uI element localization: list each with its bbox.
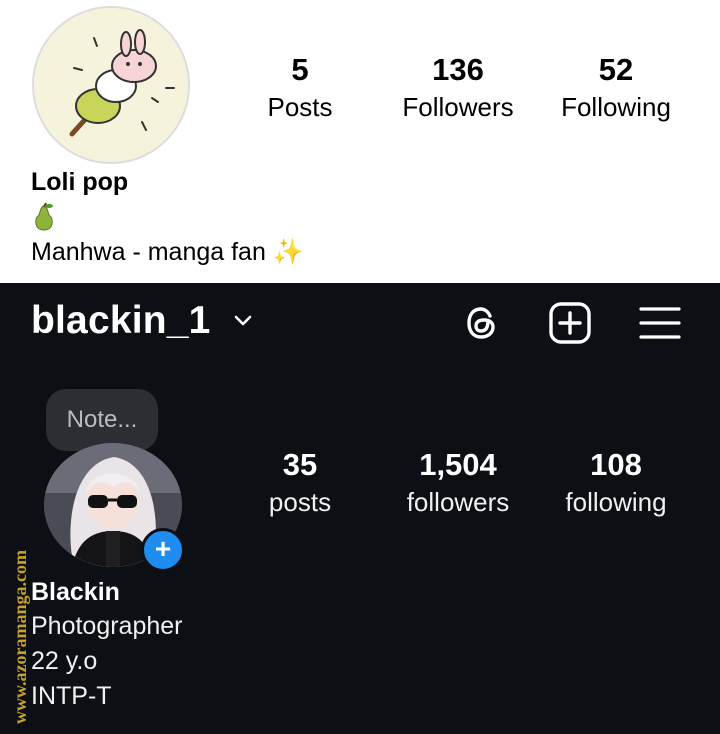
followers-stat[interactable]: 136 Followers [388, 52, 528, 124]
followers-label: Followers [402, 92, 514, 122]
light-profile-header: 5 Posts 136 Followers 52 Following Loli … [0, 0, 720, 283]
watermark: www.azoramanga.com [10, 550, 30, 724]
following-stat[interactable]: 108 following [546, 447, 686, 519]
bio-line-occupation: Photographer [31, 612, 183, 640]
note-bubble[interactable]: Note... [46, 389, 158, 451]
followers-stat[interactable]: 1,504 followers [388, 447, 528, 519]
posts-count: 35 [282, 447, 318, 482]
following-count: 108 [590, 447, 642, 482]
followers-count: 1,504 [419, 447, 497, 482]
username[interactable]: blackin_1 [31, 299, 211, 343]
posts-label: Posts [267, 92, 333, 122]
add-story-button[interactable]: + [141, 528, 185, 572]
bio-line-personality: INTP-T [31, 682, 112, 710]
posts-stat[interactable]: 5 Posts [230, 52, 370, 124]
pear-emoji [31, 202, 57, 237]
posts-stat[interactable]: 35 posts [230, 447, 370, 519]
following-count: 52 [598, 52, 634, 87]
followers-count: 136 [432, 52, 484, 87]
display-name: Blackin [31, 578, 120, 606]
posts-label: posts [268, 487, 332, 517]
following-label: following [565, 487, 667, 517]
create-post-icon[interactable] [548, 301, 592, 345]
followers-label: followers [406, 487, 510, 517]
posts-count: 5 [291, 52, 309, 87]
watermark-text: www.azoramanga.com [10, 550, 30, 724]
menu-icon[interactable] [638, 301, 682, 345]
threads-icon[interactable] [460, 301, 504, 345]
pear-icon [35, 202, 53, 231]
bio-line-age: 22 y.o [31, 647, 98, 675]
bio-text: Manhwa - manga fan ✨ [31, 238, 304, 266]
display-name: Loli pop [31, 168, 129, 196]
bunny-dango-illustration [34, 8, 188, 162]
dropdown-chevron-icon[interactable] [232, 314, 254, 328]
dark-profile-header: blackin_1 Note... + 35 posts 1,504 follo… [0, 283, 720, 734]
following-stat[interactable]: 52 Following [546, 52, 686, 124]
profile-avatar[interactable] [32, 6, 190, 164]
following-label: Following [561, 92, 671, 122]
